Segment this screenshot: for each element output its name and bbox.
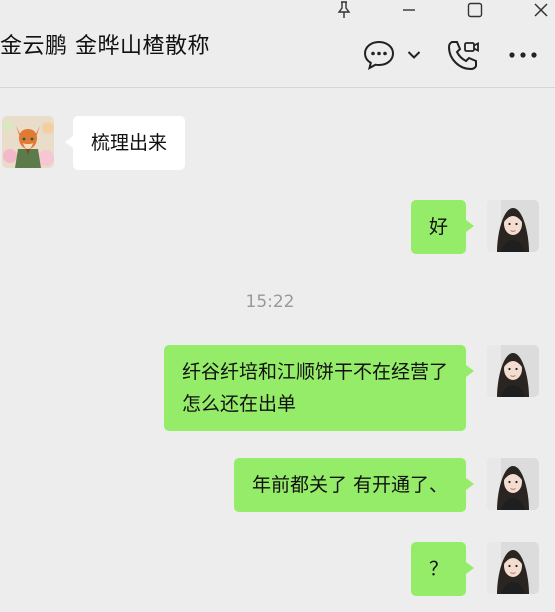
chat-title: 金云鹏 金晔山楂散称 bbox=[0, 34, 210, 59]
message-bubble-received[interactable]: 梳理出来 bbox=[64, 116, 186, 170]
message-bubble-sent[interactable]: 好 bbox=[410, 200, 475, 254]
message-list[interactable]: 梳理出来 好 15:22 纤谷纤培和江顺饼干不在经营了 怎么还在出单 年前都关了… bbox=[0, 88, 555, 612]
chevron-down-icon[interactable] bbox=[404, 38, 424, 72]
chat-bubble-icon[interactable] bbox=[362, 38, 396, 72]
self-avatar[interactable] bbox=[487, 458, 539, 510]
message-bubble-sent[interactable]: 纤谷纤培和江顺饼干不在经营了 怎么还在出单 bbox=[163, 345, 475, 431]
message-line: 怎么还在出单 bbox=[181, 393, 296, 415]
more-icon[interactable] bbox=[506, 38, 540, 72]
message-timestamp: 15:22 bbox=[245, 292, 295, 312]
contact-avatar[interactable] bbox=[2, 116, 54, 168]
message-bubble-sent[interactable]: 年前都关了 有开通了、 bbox=[233, 458, 475, 512]
pin-icon[interactable] bbox=[327, 0, 361, 20]
self-avatar[interactable] bbox=[487, 345, 539, 397]
minimize-icon[interactable] bbox=[392, 0, 426, 20]
maximize-icon[interactable] bbox=[458, 0, 492, 20]
self-avatar[interactable] bbox=[487, 542, 539, 594]
message-bubble-sent[interactable]: ？ bbox=[410, 542, 475, 596]
video-call-icon[interactable] bbox=[445, 38, 481, 72]
close-icon[interactable] bbox=[524, 0, 555, 20]
title-bar: 金云鹏 金晔山楂散称 bbox=[0, 0, 555, 88]
self-avatar[interactable] bbox=[487, 200, 539, 252]
message-line: 纤谷纤培和江顺饼干不在经营了 bbox=[181, 361, 448, 383]
